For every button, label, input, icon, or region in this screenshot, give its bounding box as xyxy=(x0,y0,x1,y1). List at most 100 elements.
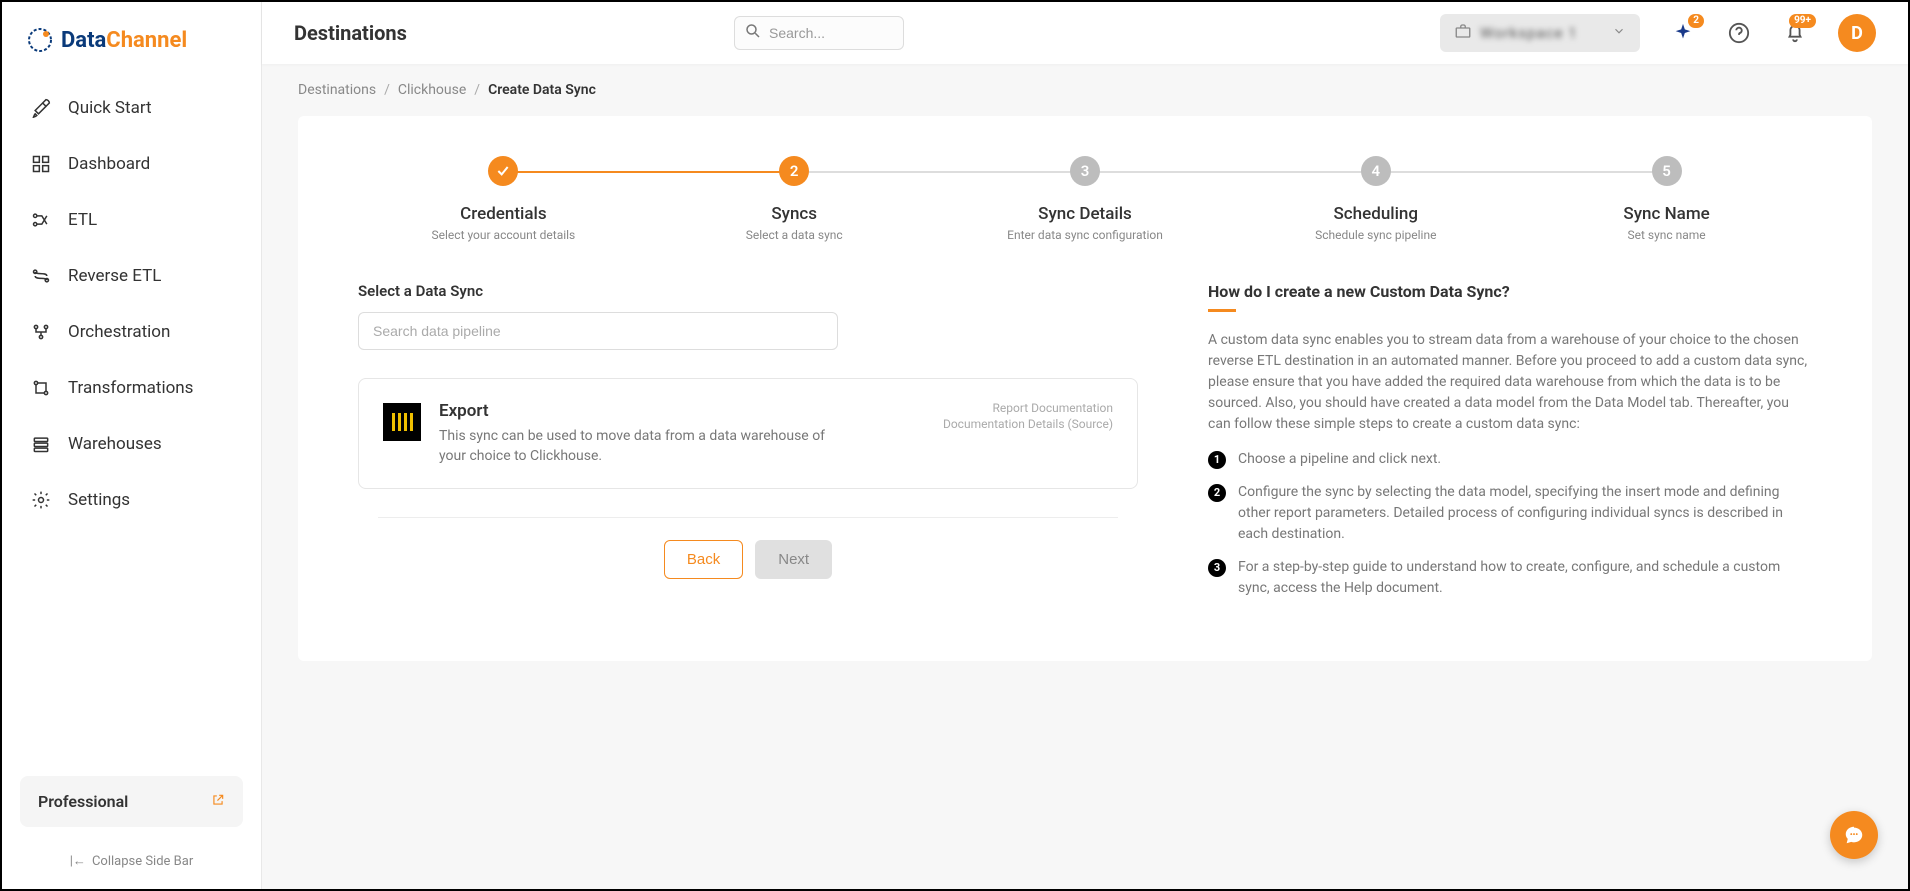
divider xyxy=(378,517,1118,518)
collapse-sidebar[interactable]: |← Collapse Side Bar xyxy=(2,839,261,889)
nav-orchestration[interactable]: Orchestration xyxy=(12,307,251,357)
help-panel: How do I create a new Custom Data Sync? … xyxy=(1208,282,1812,611)
step-desc: Select your account details xyxy=(358,228,649,242)
step-title: Scheduling xyxy=(1230,204,1521,224)
briefcase-icon xyxy=(1454,22,1472,44)
grid-icon xyxy=(30,153,52,175)
plan-box[interactable]: Professional xyxy=(20,776,243,827)
avatar[interactable]: D xyxy=(1838,14,1876,52)
documentation-details-link[interactable]: Documentation Details (Source) xyxy=(943,417,1113,431)
workspace-name: Workspace 1 xyxy=(1480,24,1578,42)
nav-warehouses[interactable]: Warehouses xyxy=(12,419,251,469)
step-bullet: 3 xyxy=(1208,559,1226,577)
breadcrumb: Destinations / Clickhouse / Create Data … xyxy=(262,64,1908,116)
step-desc: Schedule sync pipeline xyxy=(1230,228,1521,242)
step-sync-details: 3 Sync Details Enter data sync configura… xyxy=(940,156,1231,242)
help-title: How do I create a new Custom Data Sync? xyxy=(1208,282,1812,301)
step-title: Sync Name xyxy=(1521,204,1812,224)
pipeline-search-input[interactable] xyxy=(358,312,838,350)
help-button[interactable] xyxy=(1726,20,1752,46)
rocket-icon xyxy=(30,97,52,119)
select-data-sync-label: Select a Data Sync xyxy=(358,282,1138,300)
step-desc: Enter data sync configuration xyxy=(940,228,1231,242)
step-credentials[interactable]: Credentials Select your account details xyxy=(358,156,649,242)
plan-label: Professional xyxy=(38,792,128,811)
external-link-icon xyxy=(211,792,225,811)
stepper: Credentials Select your account details … xyxy=(358,156,1812,242)
wizard-nav-buttons: Back Next xyxy=(358,540,1138,579)
step-title: Credentials xyxy=(358,204,649,224)
chevron-down-icon xyxy=(1612,24,1626,42)
database-icon xyxy=(30,433,52,455)
help-step-text: Configure the sync by selecting the data… xyxy=(1238,482,1812,545)
help-steps-list: 1Choose a pipeline and click next. 2Conf… xyxy=(1208,449,1812,599)
breadcrumb-sep: / xyxy=(384,82,390,98)
collapse-label: Collapse Side Bar xyxy=(92,854,193,869)
nav-transformations[interactable]: Transformations xyxy=(12,363,251,413)
step-bullet: 1 xyxy=(1208,451,1226,469)
sparkle-button[interactable]: 2 xyxy=(1670,20,1696,46)
crumb-clickhouse[interactable]: Clickhouse xyxy=(398,82,466,98)
sync-selection-panel: Select a Data Sync Export This sync can … xyxy=(358,282,1138,611)
sidebar: DataChannel Quick Start Dashboard ETL Re… xyxy=(2,2,262,889)
help-underline xyxy=(1208,309,1236,312)
orchestration-icon xyxy=(30,321,52,343)
gear-icon xyxy=(30,489,52,511)
nav-label: Settings xyxy=(68,490,130,510)
workspace-selector[interactable]: Workspace 1 xyxy=(1440,14,1640,52)
back-button[interactable]: Back xyxy=(664,540,743,579)
sync-card-title: Export xyxy=(439,401,925,421)
step-title: Syncs xyxy=(649,204,940,224)
check-icon xyxy=(488,156,518,186)
nav-reverse-etl[interactable]: Reverse ETL xyxy=(12,251,251,301)
page-title: Destinations xyxy=(294,21,714,45)
step-number: 5 xyxy=(1652,156,1682,186)
nav-dashboard[interactable]: Dashboard xyxy=(12,139,251,189)
nav-label: Orchestration xyxy=(68,322,170,342)
step-desc: Set sync name xyxy=(1521,228,1812,242)
step-scheduling: 4 Scheduling Schedule sync pipeline xyxy=(1230,156,1521,242)
help-step: 3 For a step-by-step guide to understand … xyxy=(1208,557,1812,599)
nav-settings[interactable]: Settings xyxy=(12,475,251,525)
step-bullet: 2 xyxy=(1208,484,1226,502)
logo-text-data: Data xyxy=(61,28,106,53)
sync-card-export[interactable]: Export This sync can be used to move dat… xyxy=(358,378,1138,489)
step-desc: Select a data sync xyxy=(649,228,940,242)
avatar-initial: D xyxy=(1851,23,1863,44)
logo-text-channel: Channel xyxy=(106,28,187,53)
step-number: 3 xyxy=(1070,156,1100,186)
chat-icon xyxy=(1843,824,1865,846)
clickhouse-icon xyxy=(383,403,421,441)
step-title: Sync Details xyxy=(940,204,1231,224)
help-step-text: For a step-by-step guide to understand h… xyxy=(1238,557,1812,599)
nav-label: ETL xyxy=(68,210,97,230)
transformations-icon xyxy=(30,377,52,399)
nav: Quick Start Dashboard ETL Reverse ETL Or… xyxy=(2,83,261,776)
search-icon xyxy=(744,22,762,44)
step-number: 4 xyxy=(1361,156,1391,186)
logo[interactable]: DataChannel xyxy=(2,27,261,83)
sparkle-badge: 2 xyxy=(1688,14,1704,28)
etl-icon xyxy=(30,209,52,231)
nav-etl[interactable]: ETL xyxy=(12,195,251,245)
sync-card-desc: This sync can be used to move data from … xyxy=(439,427,839,466)
report-documentation-link[interactable]: Report Documentation xyxy=(943,401,1113,415)
collapse-icon: |← xyxy=(70,853,86,869)
nav-quick-start[interactable]: Quick Start xyxy=(12,83,251,133)
crumb-create-data-sync: Create Data Sync xyxy=(488,82,596,98)
main: Destinations Workspace 1 2 xyxy=(262,2,1908,889)
next-button[interactable]: Next xyxy=(755,540,832,579)
topbar: Destinations Workspace 1 2 xyxy=(262,2,1908,64)
nav-label: Reverse ETL xyxy=(68,266,161,286)
step-number: 2 xyxy=(779,156,809,186)
help-intro: A custom data sync enables you to stream… xyxy=(1208,330,1812,435)
step-syncs[interactable]: 2 Syncs Select a data sync xyxy=(649,156,940,242)
notifications-button[interactable]: 99+ xyxy=(1782,20,1808,46)
reverse-etl-icon xyxy=(30,265,52,287)
nav-label: Transformations xyxy=(68,378,193,398)
chat-fab[interactable] xyxy=(1830,811,1878,859)
crumb-destinations[interactable]: Destinations xyxy=(298,82,376,98)
nav-label: Quick Start xyxy=(68,98,152,118)
global-search-wrap xyxy=(734,16,904,50)
nav-label: Warehouses xyxy=(68,434,162,454)
